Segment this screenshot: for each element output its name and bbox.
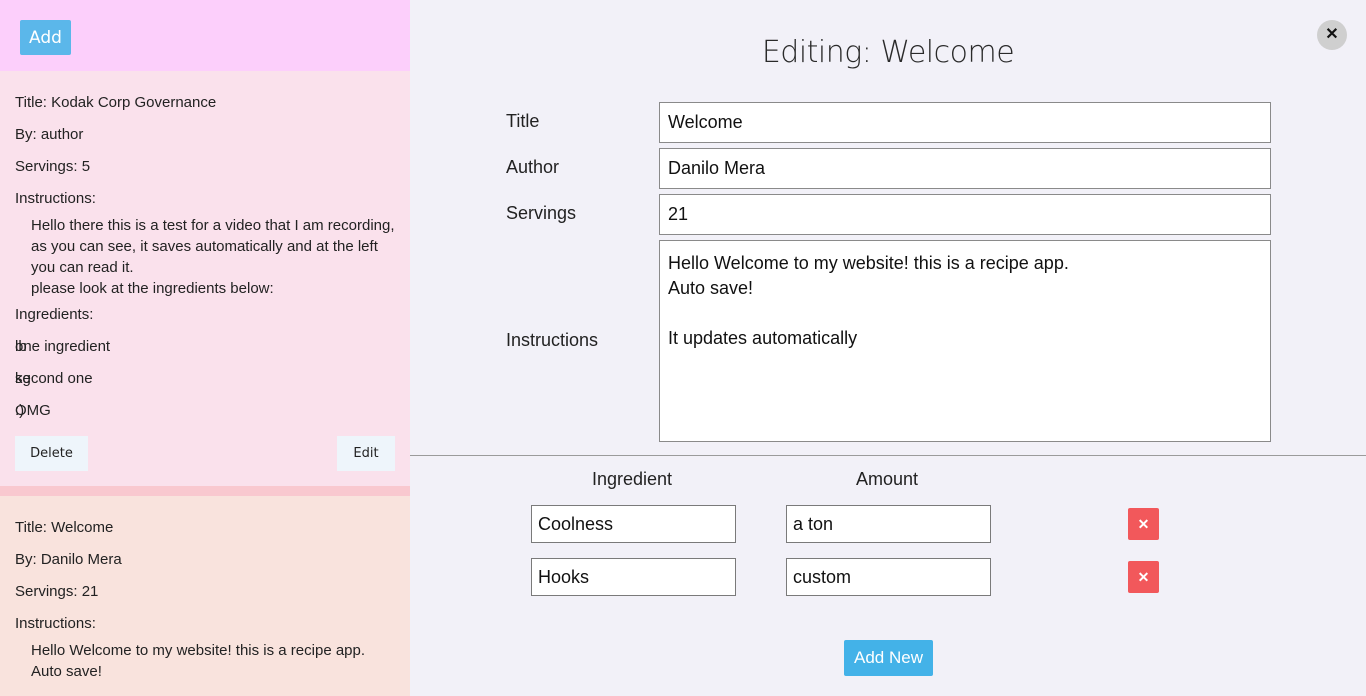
recipe-instructions: Hello there this is a test for a video t… (31, 217, 395, 297)
ingredient-name-input[interactable] (531, 505, 736, 543)
edit-recipe-button[interactable]: Edit (337, 436, 395, 471)
ingredient-amount-input[interactable] (786, 505, 991, 543)
sidebar-header: Add (0, 0, 410, 71)
recipe-author: By: Danilo Mera (15, 551, 122, 568)
recipe-title: Title: Kodak Corp Governance (15, 94, 217, 111)
author-label: Author (506, 157, 560, 177)
ingredient-amount: kg (15, 370, 31, 387)
instructions-textarea[interactable]: Hello Welcome to my website! this is a r… (659, 240, 1271, 442)
ingredient-amount-input[interactable] (786, 558, 991, 596)
recipe-list-sidebar: Add Title: Kodak Corp Governance By: aut… (0, 0, 410, 696)
recipe-card: Title: Welcome By: Danilo Mera Servings:… (0, 496, 410, 696)
instructions-label: Instructions: (15, 615, 96, 632)
page-title: Editing: Welcome (761, 35, 1015, 70)
recipe-servings: Servings: 5 (15, 158, 91, 175)
ingredient-amount: :) (15, 402, 25, 419)
card-divider (0, 486, 410, 496)
title-label: Title (506, 111, 540, 131)
instructions-label: Instructions: (15, 190, 96, 207)
delete-recipe-button[interactable]: Delete (15, 436, 88, 471)
remove-ingredient-button[interactable]: ✕ (1128, 508, 1159, 540)
ingredient-name: one ingredient (15, 338, 111, 355)
recipe-card: Title: Kodak Corp Governance By: author … (0, 71, 410, 486)
add-ingredient-button[interactable]: Add New (844, 640, 933, 676)
ingredients-label: Ingredients: (15, 306, 94, 323)
servings-field[interactable] (659, 194, 1271, 235)
divider (410, 455, 1366, 456)
title-field[interactable] (659, 102, 1271, 143)
recipe-title: Title: Welcome (15, 519, 114, 536)
close-icon[interactable]: ✕ (1317, 20, 1347, 50)
ingredient-column-header: Ingredient (592, 469, 673, 489)
author-field[interactable] (659, 148, 1271, 189)
recipe-servings: Servings: 21 (15, 583, 99, 600)
ingredient-amount: lb (15, 338, 27, 355)
recipe-instructions: Hello Welcome to my website! this is a r… (31, 642, 366, 680)
servings-label: Servings (506, 203, 577, 223)
recipe-author: By: author (15, 126, 84, 143)
add-recipe-button[interactable]: Add (20, 20, 71, 55)
instructions-label: Instructions (506, 330, 599, 350)
amount-column-header: Amount (856, 469, 919, 489)
ingredient-name-input[interactable] (531, 558, 736, 596)
remove-ingredient-button[interactable]: ✕ (1128, 561, 1159, 593)
recipe-editor: Editing: Welcome ✕ Title Author Servings… (410, 0, 1366, 696)
